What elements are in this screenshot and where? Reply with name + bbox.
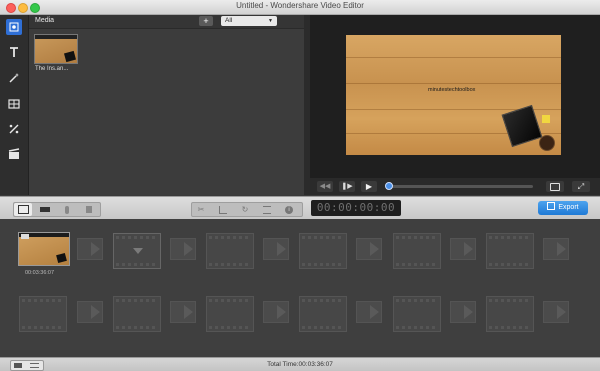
drop-arrow-icon <box>133 248 143 254</box>
crop-icon <box>219 205 227 214</box>
clip-duration: 00:03:36:07 <box>25 270 55 276</box>
text-icon[interactable] <box>6 44 22 60</box>
clip-slot[interactable] <box>113 233 161 269</box>
preview-overlay-text: minutestechtoolbox <box>428 87 476 93</box>
playback-slider[interactable] <box>385 182 533 190</box>
clip-slot[interactable] <box>206 233 254 269</box>
edit-tools: ✂ ↻ i <box>191 202 303 217</box>
intro-credit-icon[interactable] <box>6 146 22 162</box>
rewind-button[interactable]: ◀◀ <box>317 181 333 192</box>
export-button[interactable]: Export <box>538 201 588 215</box>
transition-slot[interactable] <box>263 238 289 260</box>
effects-icon[interactable] <box>6 70 22 86</box>
title-bar: Untitled - Wondershare Video Editor <box>0 0 600 15</box>
microphone-icon <box>65 205 69 214</box>
app-window: Untitled - Wondershare Video Editor Medi… <box>0 0 600 371</box>
export-label: Export <box>558 204 579 211</box>
storyboard-mode-button[interactable] <box>14 203 32 216</box>
storyboard-icon <box>17 205 29 214</box>
trash-icon <box>86 206 92 213</box>
playback-knob[interactable] <box>385 182 393 190</box>
transition-slot[interactable] <box>543 238 569 260</box>
sliders-icon <box>263 205 271 214</box>
media-filter-value: All <box>225 17 233 24</box>
play-icon: ▶ <box>365 181 373 191</box>
rotate-icon: ↻ <box>241 205 249 214</box>
media-item-label: The Ins.an... <box>35 66 69 72</box>
media-header: Media + All ▼ <box>29 15 304 29</box>
media-thumbnail[interactable] <box>34 34 78 64</box>
storyboard-clip[interactable] <box>18 232 70 266</box>
snapshot-button[interactable] <box>546 181 564 192</box>
voiceover-button[interactable] <box>58 203 76 216</box>
clip-slot[interactable] <box>206 296 254 332</box>
clip-slot[interactable] <box>299 296 347 332</box>
camera-icon <box>550 182 560 191</box>
transition-slot[interactable] <box>543 301 569 323</box>
media-filter-select[interactable]: All ▼ <box>221 16 277 26</box>
transition-slot[interactable] <box>170 301 196 323</box>
elements-icon[interactable] <box>6 121 22 137</box>
transition-slot[interactable] <box>263 301 289 323</box>
coffee-cup <box>539 135 555 151</box>
media-panel: Media + All ▼ The Ins.an... <box>29 15 304 195</box>
fullscreen-button[interactable]: ⤢ <box>572 181 590 192</box>
chevron-down-icon: ▼ <box>268 18 273 24</box>
export-icon <box>547 202 556 210</box>
clip-slot[interactable] <box>19 296 67 332</box>
fullscreen-icon: ⤢ <box>577 181 585 191</box>
info-icon: i <box>285 205 293 214</box>
preview-controls: ◀◀ ❚▶ ▶ ⤢ <box>310 178 600 195</box>
transition-slot[interactable] <box>450 238 476 260</box>
adjust-button[interactable] <box>258 203 276 216</box>
library-sidebar <box>0 15 29 195</box>
rotate-button[interactable]: ↻ <box>236 203 254 216</box>
timecode-display: 00:00:00:00 <box>311 200 401 216</box>
transitions-icon[interactable] <box>6 96 22 112</box>
media-icon[interactable] <box>6 19 22 35</box>
device-image <box>501 104 543 148</box>
clip-slot[interactable] <box>486 233 534 269</box>
transition-slot[interactable] <box>77 301 103 323</box>
total-time: Total Time:00:03:36:07 <box>267 361 333 368</box>
play-pause-button[interactable]: ❚▶ <box>339 181 355 192</box>
cut-button[interactable]: ✂ <box>192 203 210 216</box>
mode-switcher <box>13 202 101 217</box>
clip-type-icon <box>21 234 29 239</box>
clip-slot[interactable] <box>393 233 441 269</box>
status-bar: Total Time:00:03:36:07 <box>0 357 600 371</box>
clip-slot[interactable] <box>393 296 441 332</box>
timeline-icon <box>40 207 50 212</box>
sticky-note <box>542 115 550 123</box>
delete-button[interactable] <box>80 203 98 216</box>
clip-slot[interactable] <box>486 296 534 332</box>
transition-slot[interactable] <box>356 301 382 323</box>
clip-slot[interactable] <box>113 296 161 332</box>
rewind-icon: ◀◀ <box>319 183 331 190</box>
window-title: Untitled - Wondershare Video Editor <box>236 1 364 10</box>
info-button[interactable]: i <box>280 203 298 216</box>
add-media-button[interactable]: + <box>199 16 213 26</box>
storyboard: 00:03:36:07 <box>0 219 600 357</box>
play-pause-icon: ❚▶ <box>341 183 353 190</box>
crop-button[interactable] <box>214 203 232 216</box>
clip-slot[interactable] <box>299 233 347 269</box>
play-button[interactable]: ▶ <box>361 181 377 192</box>
transition-slot[interactable] <box>450 301 476 323</box>
transition-slot[interactable] <box>77 238 103 260</box>
transition-slot[interactable] <box>170 238 196 260</box>
media-title: Media <box>35 17 55 24</box>
preview-screen: minutestechtoolbox <box>346 35 561 155</box>
scissors-icon: ✂ <box>197 205 205 214</box>
transition-slot[interactable] <box>356 238 382 260</box>
timeline-mode-button[interactable] <box>36 203 54 216</box>
edit-toolbar: ✂ ↻ i 00:00:00:00 Export <box>0 196 600 220</box>
preview-panel: minutestechtoolbox <box>310 15 600 195</box>
